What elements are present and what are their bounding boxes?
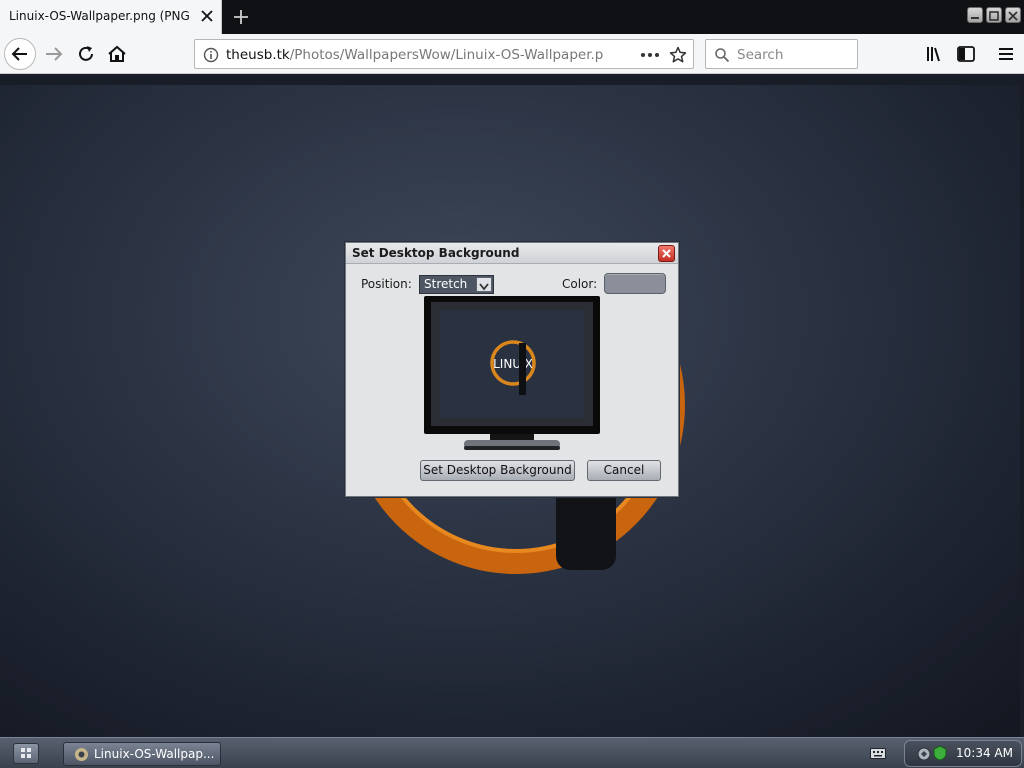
update-shield-icon[interactable] — [933, 745, 947, 761]
tab-active[interactable]: Linuix-OS-Wallpaper.png (PNG I — [0, 0, 222, 34]
forward-button[interactable] — [43, 43, 65, 65]
site-info-icon[interactable] — [203, 47, 219, 63]
network-icon[interactable] — [915, 745, 933, 763]
reload-button[interactable] — [75, 43, 97, 65]
page-actions-icon[interactable] — [639, 47, 661, 63]
navigation-toolbar: theusb.tk/Photos/WallpapersWow/Linuix-OS… — [0, 34, 1024, 74]
monitor-preview-image: LINUIX — [424, 296, 600, 450]
browser-app-icon — [75, 748, 88, 761]
dialog-titlebar[interactable]: Set Desktop Background — [346, 243, 678, 264]
dialog-title: Set Desktop Background — [352, 246, 520, 260]
tab-strip: Linuix-OS-Wallpaper.png (PNG I — [0, 0, 1024, 34]
new-tab-icon[interactable] — [230, 6, 252, 28]
home-button[interactable] — [106, 43, 128, 65]
url-text[interactable]: theusb.tk/Photos/WallpapersWow/Linuix-OS… — [226, 47, 604, 63]
taskbar-window-label: Linuix-OS-Wallpap... — [94, 747, 215, 761]
close-icon — [662, 249, 671, 258]
maximize-icon — [989, 11, 999, 21]
search-input[interactable]: Search — [705, 39, 858, 69]
url-host: theusb.tk — [226, 47, 290, 63]
library-icon[interactable] — [924, 43, 946, 65]
set-desktop-background-dialog: Set Desktop Background Position: Stretch… — [345, 242, 679, 497]
address-bar[interactable]: theusb.tk/Photos/WallpapersWow/Linuix-OS… — [194, 39, 694, 69]
sidebar-icon[interactable] — [955, 43, 977, 65]
chevron-down-icon — [479, 283, 489, 291]
cancel-button[interactable]: Cancel — [587, 460, 661, 481]
position-dropdown[interactable]: Stretch — [419, 275, 494, 294]
bookmark-star-icon[interactable] — [669, 46, 687, 64]
dropdown-arrow-button[interactable] — [476, 277, 492, 292]
app-grid-icon — [21, 748, 31, 758]
keyboard-icon[interactable] — [870, 748, 886, 759]
search-icon — [715, 48, 730, 63]
url-path: /Photos/WallpapersWow/Linuix-OS-Wallpape… — [289, 47, 604, 63]
close-tab-icon[interactable] — [199, 8, 215, 24]
tab-title: Linuix-OS-Wallpaper.png (PNG I — [9, 9, 191, 23]
minimize-icon — [971, 17, 979, 19]
taskbar-window-item[interactable]: Linuix-OS-Wallpap... — [63, 742, 221, 766]
search-placeholder: Search — [737, 47, 784, 63]
position-label: Position: — [361, 277, 412, 291]
back-arrow-icon — [11, 47, 27, 61]
taskbar: Linuix-OS-Wallpap... 10:34 AM — [0, 737, 1024, 768]
back-button[interactable] — [4, 38, 36, 70]
color-label: Color: — [562, 277, 598, 291]
clock[interactable]: 10:34 AM — [956, 746, 1013, 760]
minimize-window-button[interactable] — [967, 7, 983, 23]
preview-logo-text: LINUIX — [493, 357, 533, 371]
close-window-button[interactable] — [1005, 7, 1021, 23]
dialog-close-button[interactable] — [658, 245, 675, 262]
color-picker-button[interactable] — [604, 273, 666, 294]
position-selected-value: Stretch — [424, 277, 468, 291]
close-icon — [1008, 11, 1018, 21]
set-desktop-background-button[interactable]: Set Desktop Background — [420, 460, 575, 481]
system-tray: 10:34 AM — [904, 740, 1022, 767]
hamburger-menu-icon[interactable] — [995, 43, 1017, 65]
maximize-window-button[interactable] — [986, 7, 1002, 23]
start-menu-button[interactable] — [13, 743, 39, 764]
